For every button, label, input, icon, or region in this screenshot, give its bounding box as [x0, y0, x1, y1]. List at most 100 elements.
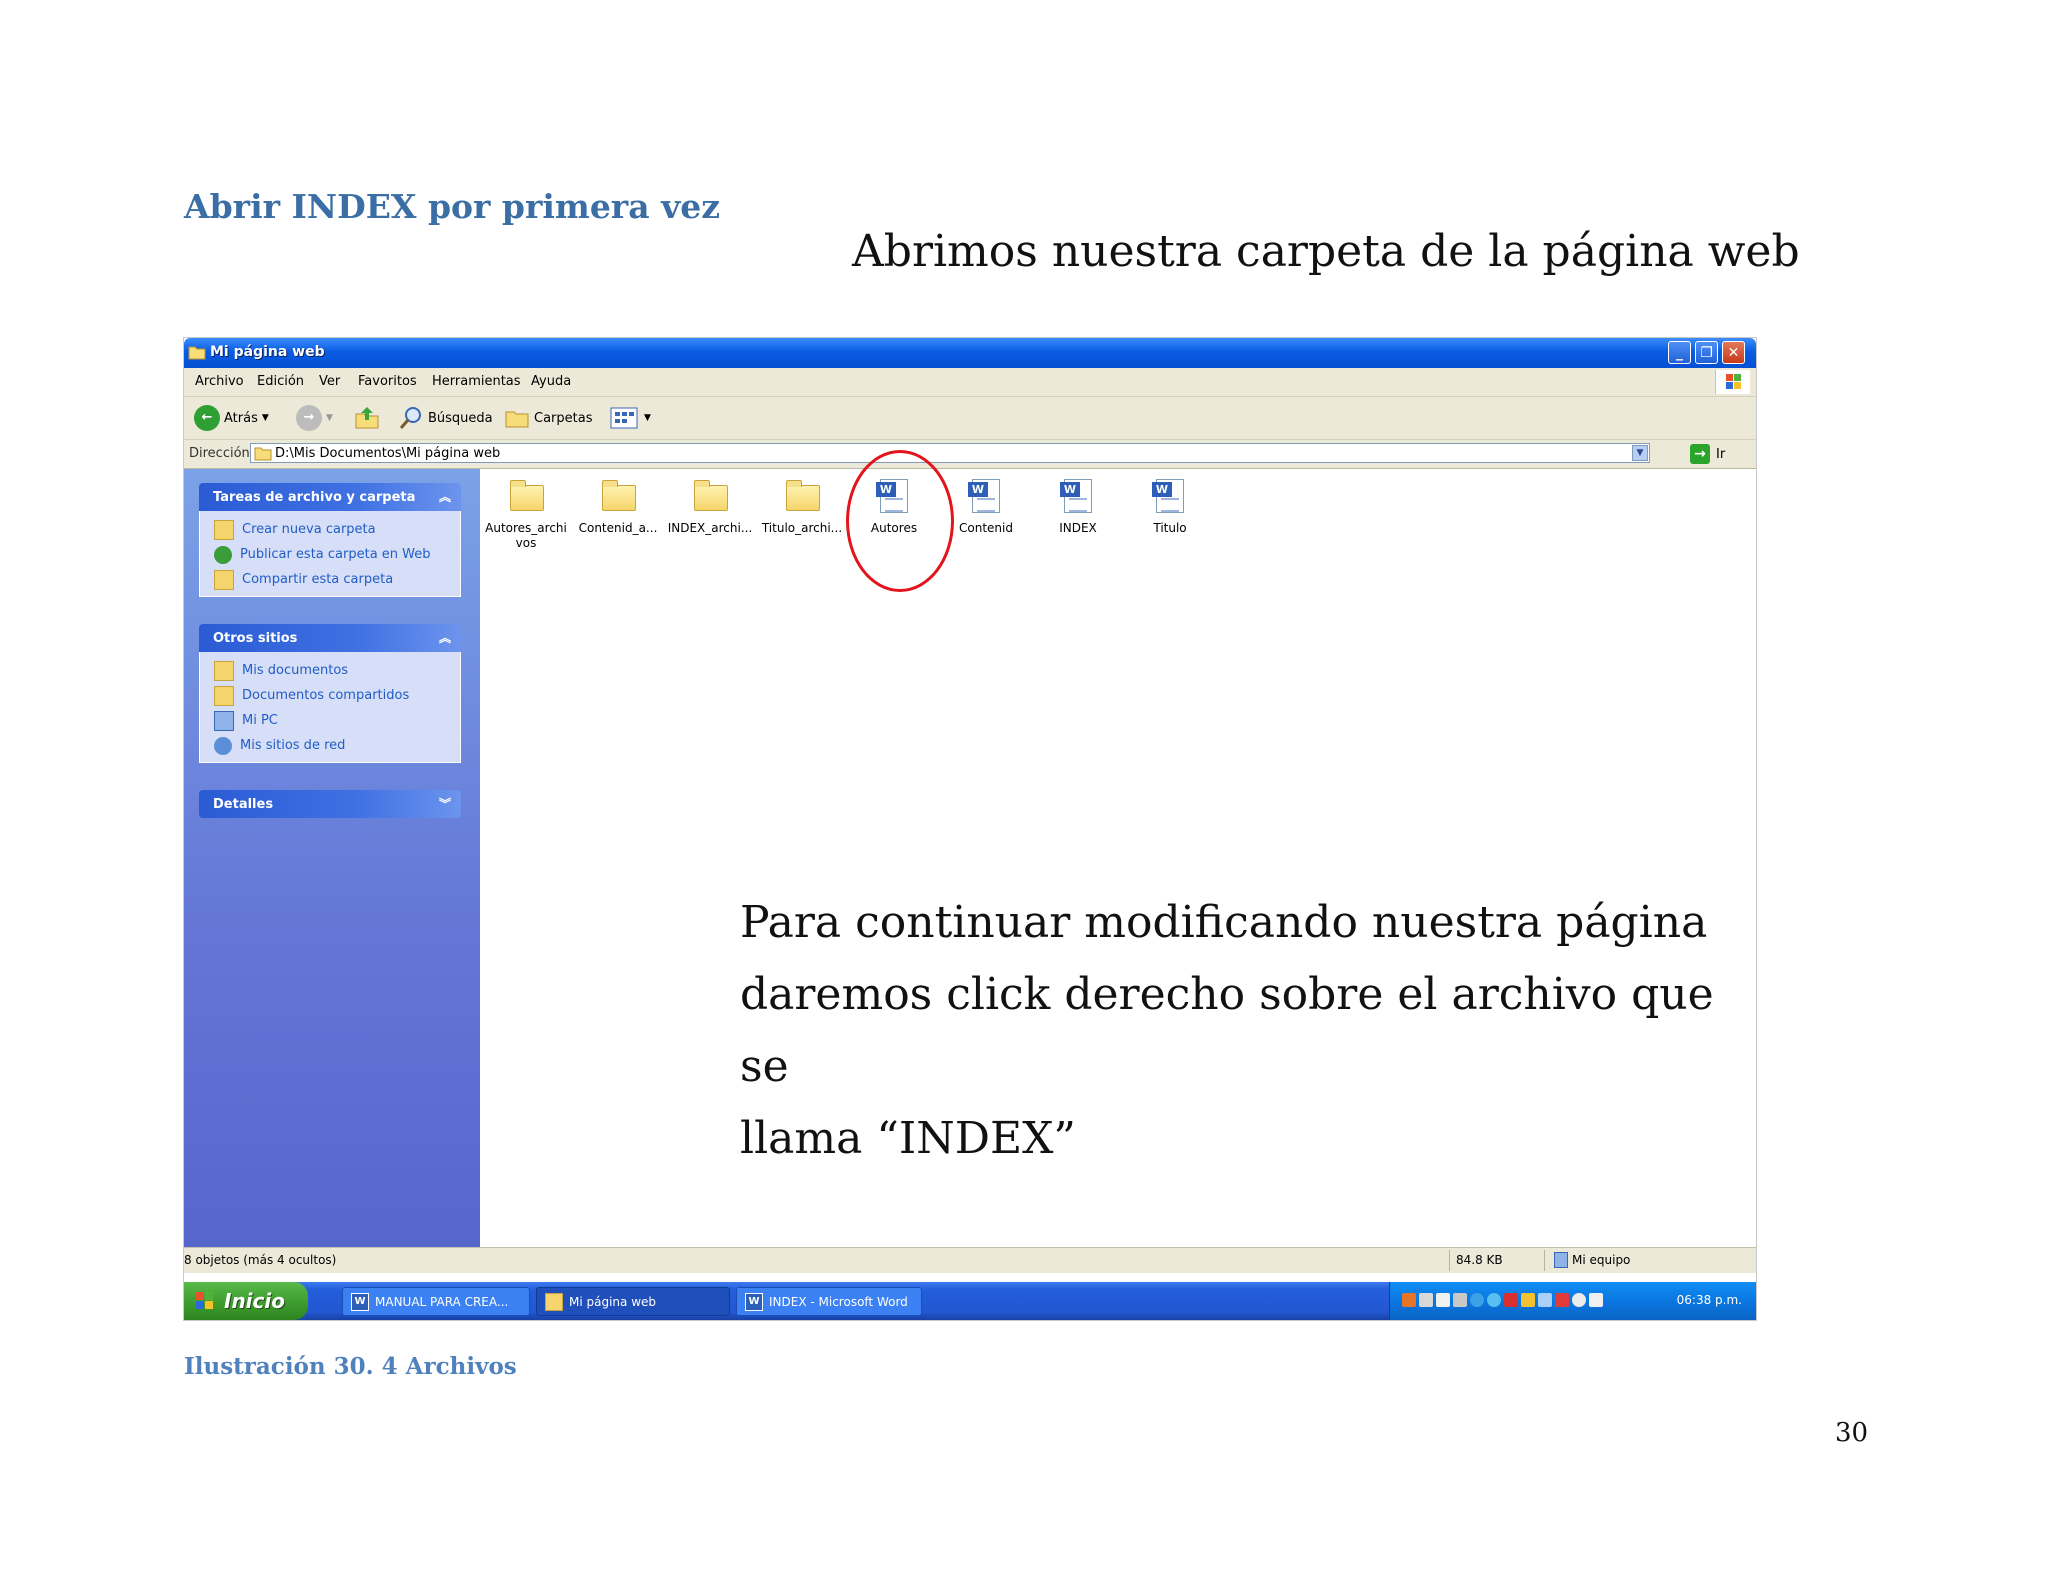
taskbar-item-label: Mi página web [569, 1294, 657, 1309]
taskbar-item-label: MANUAL PARA CREA... [375, 1294, 509, 1309]
place-my-documents[interactable]: Mis documentos [214, 658, 460, 683]
tray-icon[interactable] [1572, 1293, 1586, 1307]
task-share-folder[interactable]: Compartir esta carpeta [214, 567, 460, 592]
file-item-folder[interactable]: Titulo_archi... [758, 479, 846, 536]
file-tasks-title: Tareas de archivo y carpeta [213, 490, 416, 505]
address-bar: Dirección D:\Mis Documentos\Mi página we… [184, 440, 1756, 469]
details-header[interactable]: Detalles ︾ [199, 790, 461, 818]
menu-favoritos[interactable]: Favoritos [358, 374, 417, 389]
forward-button[interactable]: → ▼ [296, 405, 333, 431]
collapse-icon[interactable]: ︽ [439, 488, 451, 505]
folders-button[interactable]: Carpetas [504, 405, 592, 431]
minimize-button[interactable]: _ [1668, 341, 1691, 364]
windows-logo-icon [1715, 370, 1750, 394]
file-item-word[interactable]: W Contenid [942, 479, 1030, 536]
network-icon [214, 736, 232, 755]
task-new-folder[interactable]: Crear nueva carpeta [214, 517, 460, 542]
tray-icon[interactable] [1555, 1293, 1569, 1307]
back-label: Atrás [224, 410, 258, 426]
views-button[interactable]: ▼ [610, 405, 651, 431]
tray-icon[interactable] [1470, 1293, 1484, 1307]
tray-icon[interactable] [1402, 1293, 1416, 1307]
address-field[interactable]: D:\Mis Documentos\Mi página web ▼ [250, 443, 1650, 463]
place-my-computer[interactable]: Mi PC [214, 708, 460, 733]
taskbar-item-word[interactable]: W INDEX - Microsoft Word [736, 1287, 922, 1316]
tray-icon[interactable] [1521, 1293, 1535, 1307]
chevron-down-icon: ▼ [644, 413, 651, 423]
tray-icon[interactable] [1453, 1293, 1467, 1307]
menu-ver[interactable]: Ver [319, 374, 340, 389]
task-publish-web[interactable]: Publicar esta carpeta en Web [214, 542, 460, 567]
other-places-header[interactable]: Otros sitios ︽ [199, 624, 461, 652]
chevron-down-icon: ▼ [326, 413, 333, 423]
section-heading: Abrir INDEX por primera vez [184, 187, 720, 226]
back-button[interactable]: ← Atrás ▼ [194, 405, 269, 431]
folder-icon [254, 447, 272, 461]
file-label: Titulo [1153, 521, 1187, 535]
tray-icons [1402, 1293, 1603, 1307]
window-titlebar[interactable]: Mi página web _ ❐ ✕ [184, 338, 1756, 368]
go-button[interactable]: → Ir [1690, 444, 1725, 464]
folder-icon [692, 479, 728, 515]
start-button[interactable]: Inicio [184, 1282, 308, 1320]
up-folder-button[interactable] [354, 405, 380, 431]
taskbar-item-manual[interactable]: W MANUAL PARA CREA... [342, 1287, 530, 1316]
details-title: Detalles [213, 797, 274, 812]
menu-bar: Archivo Edición Ver Favoritos Herramient… [184, 368, 1756, 397]
task-pane: Tareas de archivo y carpeta ︽ Crear nuev… [184, 469, 480, 1247]
volume-icon[interactable] [1589, 1293, 1603, 1307]
folders-icon [505, 411, 529, 428]
place-label: Mis sitios de red [240, 738, 346, 753]
other-places-panel: Otros sitios ︽ Mis documentos Documentos… [199, 624, 461, 763]
file-tasks-header[interactable]: Tareas de archivo y carpeta ︽ [199, 483, 461, 511]
other-places-title: Otros sitios [213, 631, 298, 646]
collapse-icon[interactable]: ︽ [439, 629, 451, 646]
close-button[interactable]: ✕ [1722, 341, 1745, 364]
taskbar-item-explorer[interactable]: Mi página web [536, 1287, 730, 1316]
status-bar: 8 objetos (más 4 ocultos) 84.8 KB Mi equ… [184, 1247, 1756, 1273]
menu-ayuda[interactable]: Ayuda [531, 374, 571, 389]
restore-button[interactable]: ❐ [1695, 341, 1718, 364]
shared-folder-icon [214, 685, 234, 706]
tray-icon[interactable] [1487, 1293, 1501, 1307]
search-button[interactable]: Búsqueda [398, 405, 493, 431]
file-item-folder[interactable]: Contenid_a... [574, 479, 662, 536]
folder-icon [600, 479, 636, 515]
file-item-folder[interactable]: INDEX_archi... [666, 479, 754, 536]
status-location: Mi equipo [1554, 1252, 1630, 1268]
taskbar-item-label: INDEX - Microsoft Word [769, 1294, 908, 1309]
address-label: Dirección [189, 446, 250, 461]
file-label: Contenid [959, 521, 1013, 535]
instruction-line: llama “INDEX” [740, 1113, 1076, 1164]
tray-icon[interactable] [1538, 1293, 1552, 1307]
tray-icon[interactable] [1419, 1293, 1433, 1307]
file-item-word[interactable]: W Titulo [1126, 479, 1214, 536]
details-panel: Detalles ︾ [199, 790, 461, 818]
status-objects: 8 objetos (más 4 ocultos) [184, 1253, 337, 1267]
go-label: Ir [1716, 446, 1726, 462]
back-arrow-icon: ← [194, 405, 220, 431]
documents-folder-icon [214, 660, 234, 681]
go-arrow-icon: → [1690, 444, 1710, 464]
search-icon [399, 407, 421, 429]
tray-icon[interactable] [1504, 1293, 1518, 1307]
search-label: Búsqueda [428, 410, 493, 426]
expand-icon[interactable]: ︾ [439, 795, 451, 812]
file-label: INDEX_archi... [667, 521, 753, 535]
menu-herramientas[interactable]: Herramientas [432, 374, 521, 389]
word-document-icon: W [1152, 479, 1188, 515]
task-label: Crear nueva carpeta [242, 522, 376, 537]
menu-archivo[interactable]: Archivo [195, 374, 244, 389]
tray-icon[interactable] [1436, 1293, 1450, 1307]
place-label: Documentos compartidos [242, 688, 410, 703]
file-item-index[interactable]: W INDEX [1034, 479, 1122, 536]
place-network[interactable]: Mis sitios de red [214, 733, 460, 758]
menu-edicion[interactable]: Edición [257, 374, 304, 389]
word-icon: W [745, 1292, 763, 1311]
address-dropdown-icon[interactable]: ▼ [1632, 445, 1648, 461]
address-path: D:\Mis Documentos\Mi página web [275, 446, 501, 461]
folder-icon [784, 479, 820, 515]
place-shared-documents[interactable]: Documentos compartidos [214, 683, 460, 708]
place-label: Mis documentos [242, 663, 349, 678]
file-item-folder[interactable]: Autores_archi vos [482, 479, 570, 551]
